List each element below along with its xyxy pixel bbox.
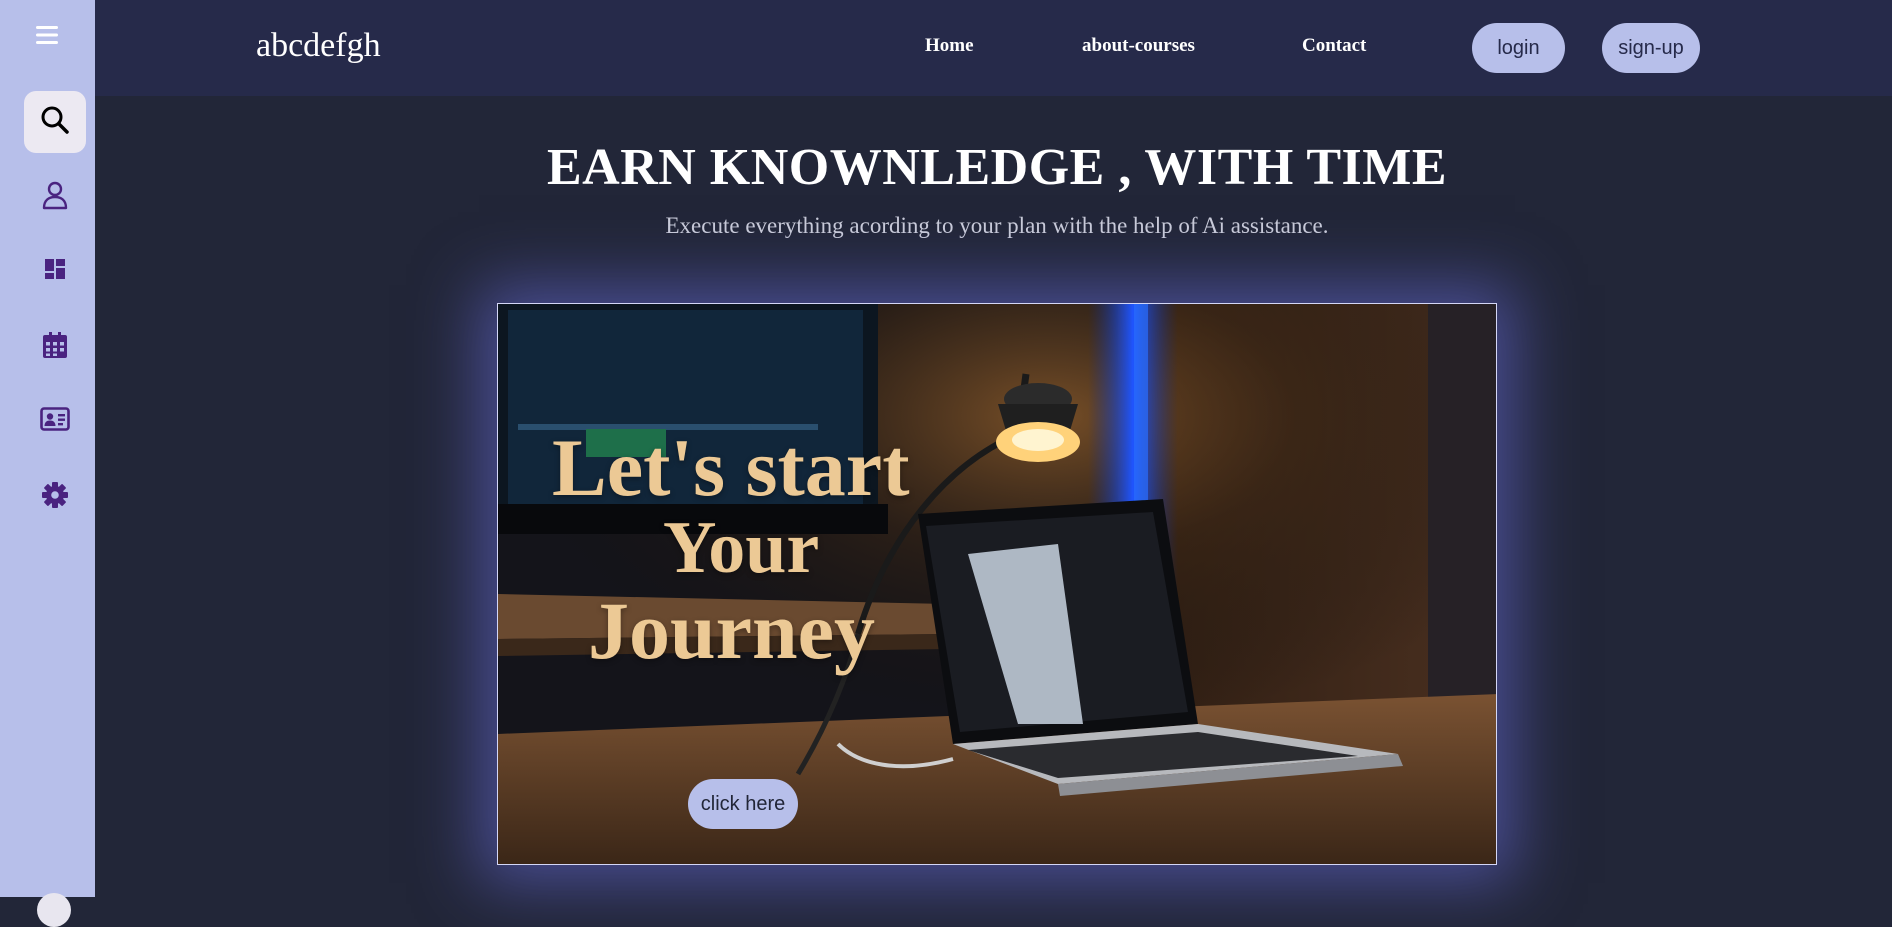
- login-button[interactable]: login: [1472, 23, 1565, 73]
- hero-subtitle: Execute everything acording to your plan…: [665, 213, 1329, 238]
- gear-icon: [41, 481, 69, 514]
- nav-link-about-courses[interactable]: about-courses: [1082, 35, 1195, 57]
- top-navbar: abcdefgh Home about-courses Contact logi…: [95, 0, 1892, 96]
- brand-logo-text[interactable]: abcdefgh: [256, 26, 381, 66]
- sidebar-item-search[interactable]: [24, 91, 86, 153]
- banner-line-2: Your: [663, 507, 820, 589]
- sidebar-item-contact-card[interactable]: [24, 390, 86, 452]
- calendar-icon: [42, 331, 68, 364]
- sidebar-item-profile[interactable]: [24, 166, 86, 228]
- sidebar-item-settings[interactable]: [24, 466, 86, 528]
- dashboard-icon: [43, 257, 67, 286]
- hero-title: EARN KNOWNLEDGE , WITH TIME: [546, 139, 1448, 196]
- id-card-icon: [40, 406, 70, 436]
- hamburger-menu-icon[interactable]: [34, 24, 60, 46]
- signup-button[interactable]: sign-up: [1602, 23, 1700, 73]
- nav-link-home[interactable]: Home: [925, 35, 974, 57]
- banner-line-1: Let's start: [552, 422, 910, 513]
- nav-link-contact[interactable]: Contact: [1302, 35, 1366, 57]
- sidebar-item-dashboard[interactable]: [24, 240, 86, 302]
- click-here-button[interactable]: click here: [688, 779, 798, 829]
- sidebar: [0, 0, 95, 927]
- search-icon: [39, 104, 71, 141]
- hero-banner: Let's start Your Journey click here: [497, 303, 1497, 865]
- sidebar-item-calendar[interactable]: [24, 316, 86, 378]
- banner-line-3: Journey: [588, 585, 875, 676]
- user-icon: [41, 180, 69, 215]
- avatar[interactable]: [37, 893, 71, 927]
